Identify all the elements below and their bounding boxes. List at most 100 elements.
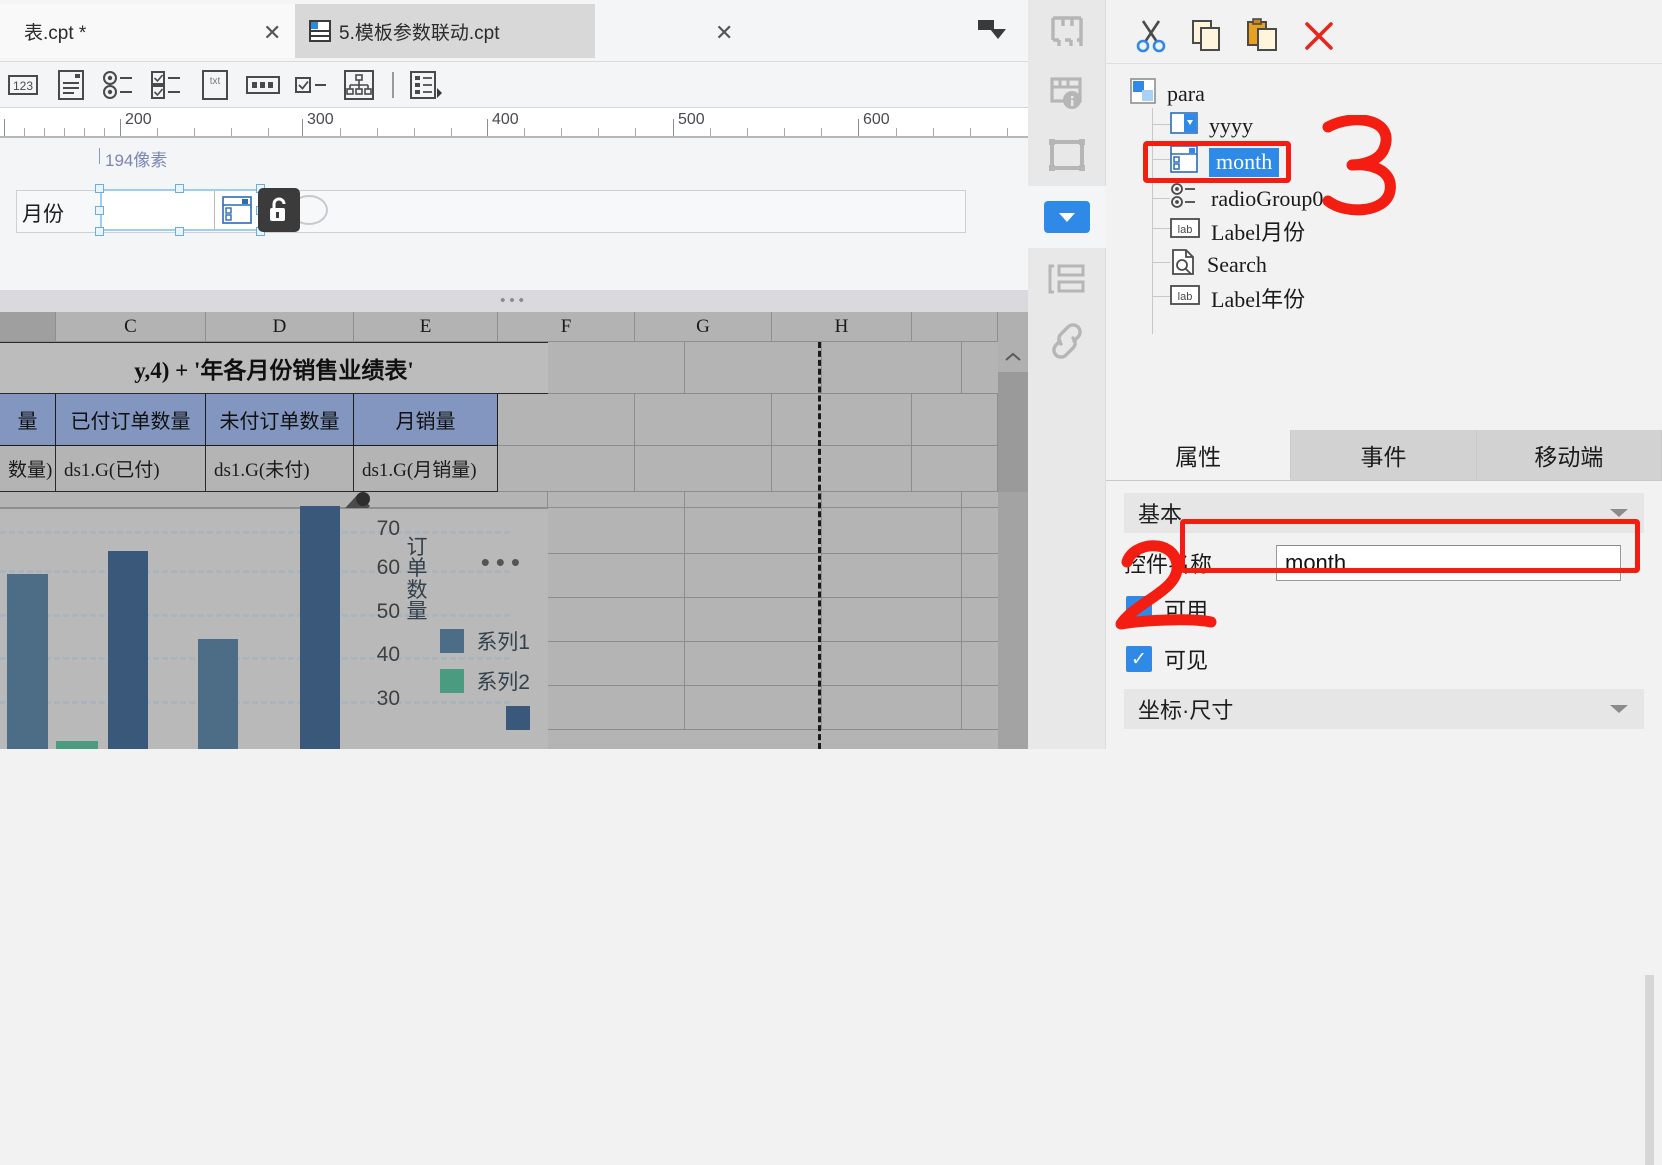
password-icon[interactable]: [242, 65, 284, 105]
cell-F-data[interactable]: [498, 446, 635, 492]
bar-series1-cat1[interactable]: [7, 574, 48, 749]
section-coordinates-size[interactable]: 坐标·尺寸: [1124, 689, 1644, 729]
ds-cell-D[interactable]: ds1.G(未付): [206, 446, 354, 492]
cell-F-2[interactable]: [548, 508, 685, 554]
tree-icon[interactable]: [338, 65, 380, 105]
checkbox-visible-box[interactable]: ✓: [1126, 646, 1152, 672]
form-info-icon[interactable]: [1028, 62, 1106, 124]
text-area-icon[interactable]: [50, 65, 92, 105]
cell-G-1[interactable]: [685, 492, 822, 508]
tab-mobile[interactable]: 移动端: [1476, 430, 1662, 480]
tab-report-1[interactable]: 表.cpt *: [0, 4, 295, 58]
chart-overflow-menu-icon[interactable]: •••: [481, 549, 526, 575]
cell-H-2[interactable]: [822, 508, 962, 554]
checkbox-enabled-box[interactable]: ✓: [1126, 596, 1152, 622]
chevron-down-icon-2[interactable]: [1608, 696, 1630, 722]
cell-G-title[interactable]: [685, 342, 822, 394]
column-header-G[interactable]: G: [635, 312, 772, 342]
pane-splitter[interactable]: •••: [0, 290, 1028, 312]
tree-node-para[interactable]: para: [1130, 78, 1205, 110]
widget-name-input[interactable]: month: [1276, 545, 1621, 581]
cell-H-data[interactable]: [772, 446, 912, 492]
legend-item-series1[interactable]: 系列1: [440, 626, 530, 656]
header-cell-C[interactable]: 已付订单数量: [56, 394, 206, 446]
legend-item-series3[interactable]: [506, 706, 530, 730]
cell-F-5[interactable]: [548, 642, 685, 686]
text-field-icon[interactable]: txt: [194, 65, 236, 105]
tab-close-icon-1[interactable]: ✕: [263, 22, 281, 44]
column-header-H[interactable]: H: [772, 312, 912, 342]
checkbox-group-icon[interactable]: [146, 65, 188, 105]
paste-button[interactable]: [1242, 15, 1284, 57]
cell-extra-data[interactable]: [912, 446, 998, 492]
column-header-D[interactable]: D: [206, 312, 354, 342]
bar-series2-cat1[interactable]: [56, 741, 98, 749]
cell-G-data[interactable]: [635, 446, 772, 492]
unlock-icon[interactable]: [258, 188, 300, 232]
resize-handle-sw[interactable]: [95, 227, 104, 236]
bar-series1-cat2[interactable]: [108, 551, 148, 749]
resize-handle-s[interactable]: [175, 227, 184, 236]
tab-properties[interactable]: 属性: [1106, 430, 1292, 480]
property-scrollbar[interactable]: [1645, 975, 1654, 1165]
cell-F-3[interactable]: [548, 554, 685, 598]
checkbox-icon[interactable]: [290, 65, 332, 105]
ds-cell-B[interactable]: 数量): [0, 446, 56, 492]
ds-cell-C[interactable]: ds1.G(已付): [56, 446, 206, 492]
scroll-up-icon[interactable]: [998, 342, 1028, 372]
ds-cell-E[interactable]: ds1.G(月销量): [354, 446, 498, 492]
header-cell-E[interactable]: 月销量: [354, 394, 498, 446]
form-design-canvas[interactable]: 194像素 月份: [0, 140, 1028, 408]
cell-H-title[interactable]: [822, 342, 962, 394]
cell-G-2[interactable]: [685, 508, 822, 554]
tree-node-month[interactable]: month: [1170, 145, 1280, 179]
cell-extra-header[interactable]: [912, 394, 998, 446]
cell-H-1[interactable]: [822, 492, 962, 508]
bar-series1-cat3[interactable]: [198, 639, 238, 749]
radio-group-icon[interactable]: [98, 65, 140, 105]
tree-node-radiogroup0[interactable]: radioGroup0: [1170, 183, 1323, 215]
tab-report-2[interactable]: 5.模板参数联动.cpt: [295, 4, 595, 58]
cell-left-empty[interactable]: [0, 492, 548, 508]
selected-widget-month[interactable]: [95, 184, 265, 236]
cell-F-1[interactable]: [548, 492, 685, 508]
column-header-C[interactable]: C: [56, 312, 206, 342]
number-editor-icon[interactable]: 123: [2, 65, 44, 105]
widget-tree[interactable]: para yyyy month radioGroup0 lab Label月份 …: [1106, 70, 1662, 380]
tab-close-icon-2[interactable]: ✕: [715, 22, 733, 44]
cell-H-6[interactable]: [822, 686, 962, 730]
tree-node-search[interactable]: Search: [1170, 248, 1267, 282]
delete-button[interactable]: [1298, 15, 1340, 57]
resize-handle-w[interactable]: [95, 206, 104, 215]
header-cell-B[interactable]: 量: [0, 394, 56, 446]
title-formula-cell[interactable]: y,4) + '年各月份销售业绩表': [0, 342, 548, 394]
combo-box-widget[interactable]: [100, 189, 260, 231]
cell-F-title[interactable]: [548, 342, 685, 394]
cell-G-3[interactable]: [685, 554, 822, 598]
bar-series1-cat4[interactable]: [300, 506, 340, 749]
cell-G-header[interactable]: [635, 394, 772, 446]
resize-handle-n[interactable]: [175, 184, 184, 193]
cell-G-6[interactable]: [685, 686, 822, 730]
custom-widget-icon[interactable]: [406, 65, 448, 105]
cell-F-4[interactable]: [548, 598, 685, 642]
sheet-vertical-scrollbar[interactable]: [998, 342, 1028, 749]
column-header-extra[interactable]: [912, 312, 998, 342]
tree-node-yyyy[interactable]: yyyy: [1170, 112, 1253, 140]
bar-chart[interactable]: 70 60 50 40 30 订单数量 ••• 系列1 系列2: [0, 506, 548, 749]
listbox-icon[interactable]: [214, 191, 258, 229]
cell-G-5[interactable]: [685, 642, 822, 686]
cell-H-header[interactable]: [772, 394, 912, 446]
frame-icon[interactable]: [1028, 124, 1106, 186]
cell-H-5[interactable]: [822, 642, 962, 686]
template-grid-icon[interactable]: [1028, 0, 1106, 62]
cell-H-4[interactable]: [822, 598, 962, 642]
tree-node-label-month[interactable]: lab Label月份: [1170, 215, 1305, 247]
resize-handle-nw[interactable]: [95, 184, 104, 193]
spreadsheet-area[interactable]: C D E F G H y,4) + '年各月份销售业绩表' 量 已付订单数量 …: [0, 312, 1028, 749]
checkbox-visible[interactable]: ✓ 可见: [1126, 643, 1208, 675]
cell-F-header[interactable]: [498, 394, 635, 446]
section-basic[interactable]: 基本: [1124, 493, 1644, 533]
cut-button[interactable]: [1130, 15, 1172, 57]
cell-G-4[interactable]: [685, 598, 822, 642]
